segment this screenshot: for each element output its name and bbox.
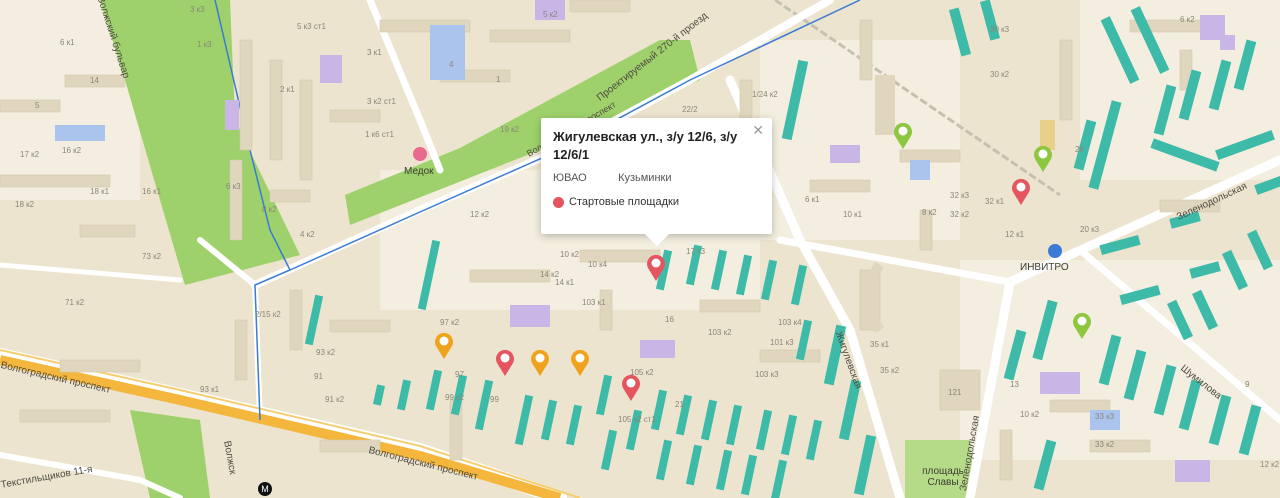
house-number: 8 к2 — [922, 208, 937, 217]
close-icon[interactable]: ✕ — [752, 123, 764, 137]
house-number: 6 к3 — [226, 182, 241, 191]
house-number: 6 к2 — [1180, 15, 1195, 24]
popup-category-label: Стартовые площадки — [569, 196, 679, 208]
house-number: 99 — [490, 395, 499, 404]
house-number: 20 к3 — [1080, 225, 1100, 234]
house-number: 3 к2 ст1 — [367, 97, 396, 106]
house-number: 103 к1 — [582, 298, 606, 307]
site-marker[interactable] — [620, 372, 642, 402]
house-number: 2/15 к2 — [255, 310, 281, 319]
green-marker[interactable] — [892, 120, 914, 150]
house-number: 32 к2 — [950, 210, 970, 219]
house-number: 97 — [455, 370, 464, 379]
site-marker[interactable] — [1010, 176, 1032, 206]
house-number: 35 к2 — [880, 366, 900, 375]
house-number: 16 к1 — [142, 187, 162, 196]
shop-icon[interactable] — [413, 147, 427, 161]
house-number: 22/2 — [682, 105, 698, 114]
house-number: 5 к2 — [543, 10, 558, 19]
house-number: 73 к2 — [142, 252, 162, 261]
house-number: 35 к1 — [870, 340, 890, 349]
house-number: 14 — [90, 76, 99, 85]
site-popup: ✕ Жигулевская ул., з/у 12/6, з/у 12/6/1 … — [541, 118, 772, 246]
house-number: 10 к2 — [560, 250, 580, 259]
house-number: 97 к2 — [440, 318, 460, 327]
house-number: 8 к2 — [262, 205, 277, 214]
orange-marker[interactable] — [433, 330, 455, 360]
popup-title: Жигулевская ул., з/у 12/6, з/у 12/6/1 — [553, 129, 738, 162]
house-number: 33 к2 — [1095, 440, 1115, 449]
house-number: 1 к6 ст1 — [365, 130, 394, 139]
house-number: 2 к1 — [280, 85, 295, 94]
house-number: 5 — [35, 101, 40, 110]
house-number: 3 к1 — [367, 48, 382, 57]
house-number: 4 — [449, 60, 454, 69]
category-dot-icon — [553, 196, 564, 208]
house-number: 103 к4 — [778, 318, 802, 327]
house-number: 12 к1 — [1005, 230, 1025, 239]
house-number: 14 к1 — [555, 278, 575, 287]
orange-marker[interactable] — [569, 347, 591, 377]
house-number: 4 к2 — [300, 230, 315, 239]
house-number: 18 к1 — [90, 187, 110, 196]
poi-label-invitro: ИНВИТРО — [1020, 262, 1069, 273]
house-number: 121 — [948, 388, 962, 397]
popup-district: ЮВАО — [553, 172, 587, 184]
poi-label-ploshchad-slavy: площадь Славы — [922, 466, 964, 488]
house-number: 91 к2 — [325, 395, 345, 404]
house-number: 30 к3 — [990, 25, 1010, 34]
house-number: 32 к3 — [950, 191, 970, 200]
house-number: 17 к2 — [20, 150, 40, 159]
house-number: 16 — [665, 315, 674, 324]
green-marker[interactable] — [1032, 143, 1054, 173]
house-number: 9 — [1245, 380, 1250, 389]
house-number: 6 к1 — [805, 195, 820, 204]
house-number: 5 к3 ст1 — [297, 22, 326, 31]
green-marker[interactable] — [1071, 310, 1093, 340]
house-number: 103 к2 — [708, 328, 732, 337]
popup-area: Кузьминки — [618, 172, 672, 184]
house-number: 10 к1 — [843, 210, 863, 219]
poi-label-medok: Медок — [404, 166, 434, 177]
house-number: 71 к2 — [65, 298, 85, 307]
house-number: 1 к3 — [197, 40, 212, 49]
selected-site-marker[interactable] — [645, 252, 667, 282]
house-number: 10 к4 — [588, 260, 608, 269]
house-number: 21 — [675, 400, 684, 409]
house-number: 91 — [314, 372, 323, 381]
popup-category: Стартовые площадки — [553, 196, 760, 208]
house-number: 6 к1 — [60, 38, 75, 47]
site-marker[interactable] — [494, 347, 516, 377]
house-number: 16 к2 — [62, 146, 82, 155]
house-number: 32 к1 — [985, 197, 1005, 206]
house-number: 3 к3 — [190, 5, 205, 14]
house-number: 93 к2 — [316, 348, 336, 357]
house-number: 99 к2 — [445, 393, 465, 402]
house-number: 13 — [1010, 380, 1019, 389]
house-number: 1 — [496, 75, 501, 84]
orange-marker[interactable] — [529, 347, 551, 377]
house-number: 93 к1 — [200, 385, 220, 394]
house-number: 12 к2 — [1260, 460, 1280, 469]
house-number: 33 к3 — [1095, 412, 1115, 421]
house-number: 101 к3 — [770, 338, 794, 347]
house-number: 10 к2 — [1020, 410, 1040, 419]
lab-icon[interactable] — [1048, 244, 1062, 258]
popup-location-row: ЮВАО Кузьминки — [553, 172, 760, 184]
house-number: 12 к2 — [470, 210, 490, 219]
house-number: 28 — [1075, 145, 1084, 154]
house-number: 103 к3 — [755, 370, 779, 379]
metro-icon[interactable]: М — [258, 482, 272, 496]
house-number: 19 к2 — [500, 125, 520, 134]
house-number: 105 к2 ст1 — [618, 415, 656, 424]
house-number: 18 к2 — [15, 200, 35, 209]
house-number: 17 к3 — [686, 247, 706, 256]
house-number: 1/24 к2 — [752, 90, 778, 99]
house-number: 30 к2 — [990, 70, 1010, 79]
